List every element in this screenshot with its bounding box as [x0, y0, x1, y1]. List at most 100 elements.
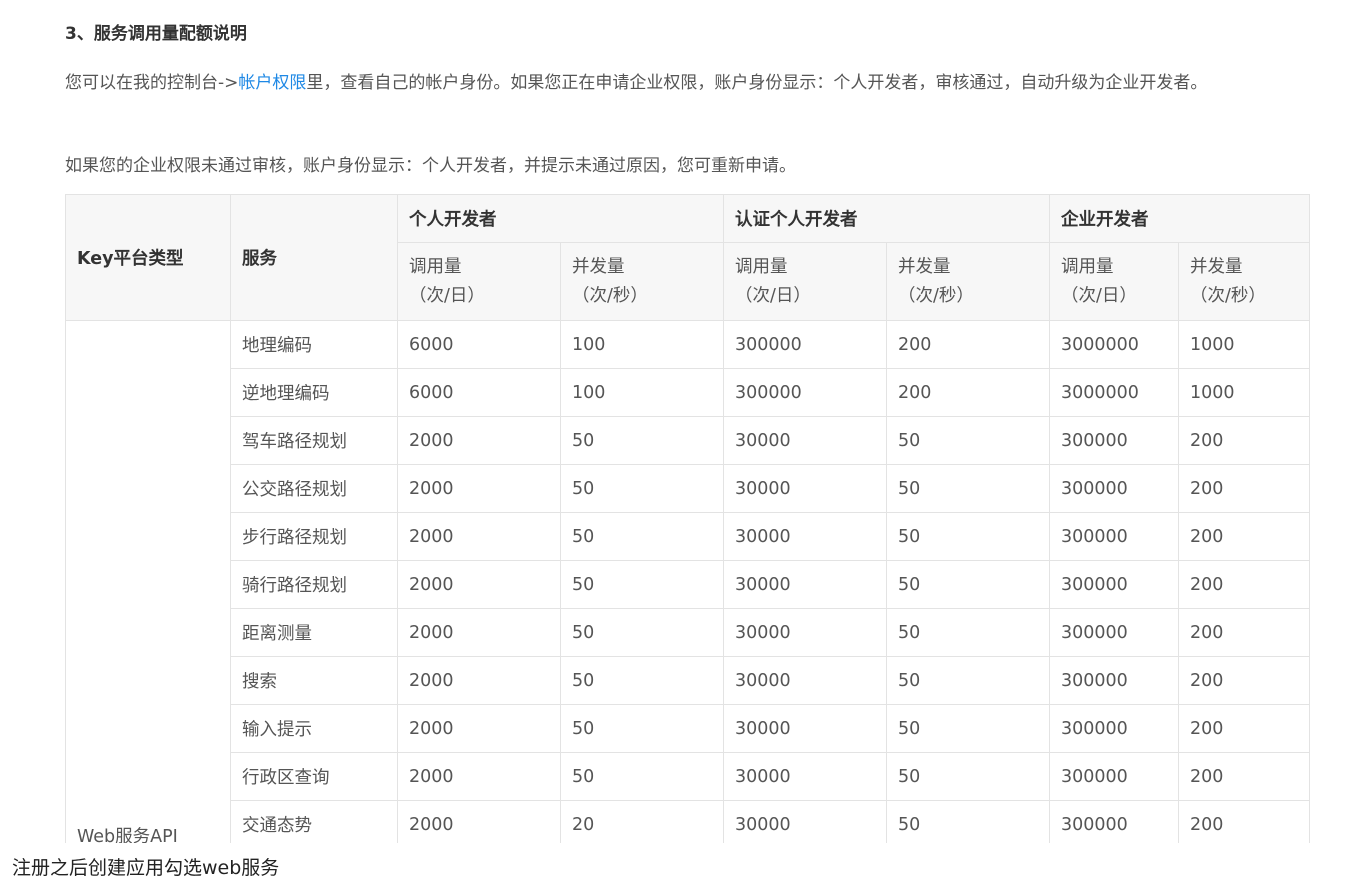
service-cell: 驾车路径规划	[230, 416, 398, 465]
table-row: 逆地理编码 6000 100 300000 200 3000000 1000	[66, 368, 1310, 417]
quota-value-cell: 50	[560, 512, 724, 561]
table-row: 行政区查询 2000 50 30000 50 300000 200	[66, 752, 1310, 801]
quota-table-body: Web服务API 地理编码 6000 100 300000 200 3000000 1000 逆…	[65, 320, 1310, 843]
quota-value-cell: 30000	[723, 560, 887, 609]
service-cell: 输入提示	[230, 704, 398, 753]
quota-value-cell: 50	[560, 416, 724, 465]
service-cell: 骑行路径规划	[230, 560, 398, 609]
quota-value-cell: 200	[1178, 704, 1310, 753]
table-row: 骑行路径规划 2000 50 30000 50 300000 200	[66, 560, 1310, 609]
header-personal-developer: 个人开发者	[397, 194, 724, 243]
quota-value-cell: 50	[560, 464, 724, 513]
service-cell: 逆地理编码	[230, 368, 398, 417]
quota-value-cell: 300000	[723, 368, 887, 417]
quota-value-cell: 200	[886, 320, 1050, 369]
subheader-certified-concurrency: 并发量 （次/秒）	[886, 242, 1050, 321]
quota-value-cell: 2000	[397, 416, 561, 465]
subheader-enterprise-concurrency: 并发量 （次/秒）	[1178, 242, 1310, 321]
quota-value-cell: 30000	[723, 656, 887, 705]
quota-value-cell: 30000	[723, 608, 887, 657]
quota-value-cell: 300000	[1049, 464, 1179, 513]
subheader-certified-calls: 调用量 （次/日）	[723, 242, 887, 321]
quota-value-cell: 2000	[397, 656, 561, 705]
platform-cell: Web服务API	[65, 320, 231, 843]
quota-value-cell: 20	[560, 800, 724, 843]
quota-value-cell: 50	[886, 608, 1050, 657]
article-content: 3、服务调用量配额说明 您可以在我的控制台->帐户权限里，查看自己的帐户身份。如…	[65, 0, 1310, 843]
service-cell: 交通态势	[230, 800, 398, 843]
service-cell: 距离测量	[230, 608, 398, 657]
quota-value-cell: 200	[1178, 656, 1310, 705]
header-certified-personal-developer: 认证个人开发者	[723, 194, 1050, 243]
quota-value-cell: 2000	[397, 608, 561, 657]
quota-value-cell: 200	[1178, 416, 1310, 465]
quota-value-cell: 3000000	[1049, 368, 1179, 417]
quota-value-cell: 1000	[1178, 368, 1310, 417]
quota-value-cell: 200	[1178, 608, 1310, 657]
quota-value-cell: 2000	[397, 560, 561, 609]
para1-prefix: 您可以在我的控制台->	[65, 73, 239, 93]
header-platform-type: Key平台类型	[65, 194, 231, 321]
quota-value-cell: 1000	[1178, 320, 1310, 369]
quota-value-cell: 100	[560, 368, 724, 417]
table-row: 步行路径规划 2000 50 30000 50 300000 200	[66, 512, 1310, 561]
service-cell: 步行路径规划	[230, 512, 398, 561]
quota-value-cell: 50	[560, 656, 724, 705]
subheader-enterprise-calls: 调用量 （次/日）	[1049, 242, 1179, 321]
quota-value-cell: 30000	[723, 464, 887, 513]
quota-value-cell: 2000	[397, 512, 561, 561]
para1-suffix: 里，查看自己的帐户身份。如果您正在申请企业权限，账户身份显示：个人开发者，审核通…	[306, 73, 1208, 93]
quota-value-cell: 200	[886, 368, 1050, 417]
quota-value-cell: 200	[1178, 560, 1310, 609]
table-row: 公交路径规划 2000 50 30000 50 300000 200	[66, 464, 1310, 513]
header-enterprise-developer: 企业开发者	[1049, 194, 1310, 243]
quota-value-cell: 300000	[1049, 512, 1179, 561]
account-permission-link[interactable]: 帐户权限	[238, 73, 306, 93]
quota-value-cell: 200	[1178, 464, 1310, 513]
quota-value-cell: 300000	[723, 320, 887, 369]
quota-value-cell: 6000	[397, 320, 561, 369]
quota-value-cell: 2000	[397, 704, 561, 753]
quota-value-cell: 50	[886, 512, 1050, 561]
service-cell: 公交路径规划	[230, 464, 398, 513]
header-service: 服务	[230, 194, 398, 321]
quota-value-cell: 50	[886, 800, 1050, 843]
quota-value-cell: 50	[560, 560, 724, 609]
quota-value-cell: 200	[1178, 752, 1310, 801]
quota-value-cell: 50	[560, 704, 724, 753]
table-row: 搜索 2000 50 30000 50 300000 200	[66, 656, 1310, 705]
quota-value-cell: 50	[560, 608, 724, 657]
quota-value-cell: 50	[886, 416, 1050, 465]
account-info-paragraph: 您可以在我的控制台->帐户权限里，查看自己的帐户身份。如果您正在申请企业权限，账…	[65, 64, 1305, 102]
quota-value-cell: 2000	[397, 800, 561, 843]
quota-value-cell: 300000	[1049, 560, 1179, 609]
quota-value-cell: 50	[886, 704, 1050, 753]
table-row: 驾车路径规划 2000 50 30000 50 300000 200	[66, 416, 1310, 465]
quota-value-cell: 200	[1178, 800, 1310, 843]
quota-value-cell: 50	[886, 464, 1050, 513]
quota-value-cell: 30000	[723, 416, 887, 465]
quota-value-cell: 30000	[723, 704, 887, 753]
quota-value-cell: 3000000	[1049, 320, 1179, 369]
section-title: 3、服务调用量配额说明	[65, 24, 247, 44]
quota-value-cell: 50	[886, 752, 1050, 801]
quota-table: Key平台类型 服务 个人开发者 认证个人开发者 企业开发者 调用量 （次/日） …	[65, 194, 1310, 843]
quota-value-cell: 2000	[397, 464, 561, 513]
subheader-personal-concurrency: 并发量 （次/秒）	[560, 242, 724, 321]
quota-value-cell: 50	[886, 656, 1050, 705]
quota-value-cell: 300000	[1049, 656, 1179, 705]
subheader-personal-calls: 调用量 （次/日）	[397, 242, 561, 321]
quota-value-cell: 30000	[723, 800, 887, 843]
quota-value-cell: 300000	[1049, 608, 1179, 657]
table-row: 距离测量 2000 50 30000 50 300000 200	[66, 608, 1310, 657]
quota-value-cell: 50	[886, 560, 1050, 609]
quota-value-cell: 6000	[397, 368, 561, 417]
quota-value-cell: 30000	[723, 752, 887, 801]
quota-value-cell: 50	[560, 752, 724, 801]
quota-value-cell: 300000	[1049, 752, 1179, 801]
quota-value-cell: 300000	[1049, 416, 1179, 465]
quota-value-cell: 300000	[1049, 704, 1179, 753]
footer-note: 注册之后创建应用勾选web服务	[12, 857, 280, 879]
table-row: 输入提示 2000 50 30000 50 300000 200	[66, 704, 1310, 753]
rejection-info-paragraph: 如果您的企业权限未通过审核，账户身份显示：个人开发者，并提示未通过原因，您可重新…	[65, 156, 796, 176]
